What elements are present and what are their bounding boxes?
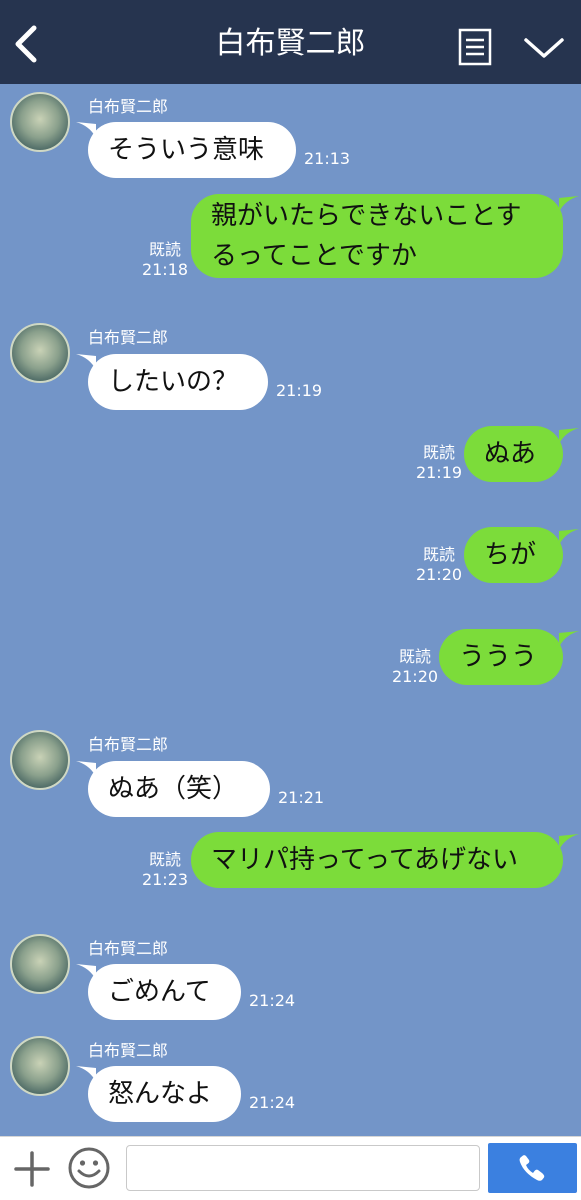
message-time: 21:24 xyxy=(249,991,296,1010)
read-label: 既読 xyxy=(422,443,455,462)
chat-title: 白布賢二郎 xyxy=(215,26,366,61)
read-status: 既読 21:19 xyxy=(412,443,466,483)
message-time: 21:19 xyxy=(415,463,463,482)
message-time: 21:23 xyxy=(141,870,189,889)
chevron-down-icon xyxy=(524,38,564,58)
menu-button[interactable] xyxy=(458,28,492,66)
plus-icon xyxy=(14,1151,50,1187)
read-label: 既読 xyxy=(422,545,455,564)
read-label: 既読 xyxy=(398,647,431,666)
input-bar xyxy=(0,1136,581,1200)
chat-header: 白布賢二郎 xyxy=(0,0,581,84)
message-time: 21:20 xyxy=(391,667,439,686)
read-label: 既読 xyxy=(148,850,181,869)
read-status: 既読 21:20 xyxy=(412,545,466,585)
sender-name: 白布賢二郎 xyxy=(88,97,169,116)
smiley-icon xyxy=(68,1147,110,1189)
message-bubble[interactable]: ちが xyxy=(464,527,563,583)
avatar[interactable] xyxy=(10,92,70,152)
bubble-tail xyxy=(559,529,579,545)
avatar[interactable] xyxy=(10,323,70,383)
bubble-tail xyxy=(559,196,579,212)
message-time: 21:18 xyxy=(141,260,189,279)
message-time: 21:24 xyxy=(249,1093,296,1112)
message-bubble[interactable]: 怒んなよ xyxy=(88,1066,241,1122)
sender-name: 白布賢二郎 xyxy=(88,735,169,754)
avatar[interactable] xyxy=(10,934,70,994)
message-time: 21:19 xyxy=(276,381,323,400)
avatar[interactable] xyxy=(10,1036,70,1096)
message-bubble[interactable]: ぬあ xyxy=(464,426,563,482)
phone-icon xyxy=(519,1155,545,1181)
message-time: 21:21 xyxy=(278,788,325,807)
sender-name: 白布賢二郎 xyxy=(88,328,169,347)
document-list-icon xyxy=(458,28,492,66)
message-bubble[interactable]: マリパ持ってってあげない xyxy=(191,832,563,888)
message-bubble[interactable]: したいの？ xyxy=(88,354,268,410)
call-button[interactable] xyxy=(488,1143,577,1193)
sender-name: 白布賢二郎 xyxy=(88,939,169,958)
message-bubble[interactable]: そういう意味 xyxy=(88,122,296,178)
sender-name: 白布賢二郎 xyxy=(88,1041,169,1060)
avatar[interactable] xyxy=(10,730,70,790)
message-bubble[interactable]: ううう xyxy=(439,629,563,685)
bubble-tail xyxy=(559,428,579,444)
message-bubble[interactable]: ぬあ（笑） xyxy=(88,761,270,817)
collapse-button[interactable] xyxy=(522,34,566,62)
read-status: 既読 21:23 xyxy=(138,850,192,890)
bubble-tail xyxy=(559,834,579,850)
message-time: 21:13 xyxy=(304,149,351,168)
add-button[interactable] xyxy=(14,1151,50,1187)
read-status: 既読 21:18 xyxy=(140,240,190,280)
message-input[interactable] xyxy=(126,1145,480,1191)
message-time: 21:20 xyxy=(415,565,463,584)
read-label: 既読 xyxy=(148,240,181,259)
message-bubble[interactable]: 親がいたらできないことするってことですか xyxy=(191,194,563,278)
emoji-button[interactable] xyxy=(68,1147,110,1189)
read-status: 既読 21:20 xyxy=(388,647,442,687)
bubble-tail xyxy=(559,631,579,647)
message-bubble[interactable]: ごめんて xyxy=(88,964,241,1020)
